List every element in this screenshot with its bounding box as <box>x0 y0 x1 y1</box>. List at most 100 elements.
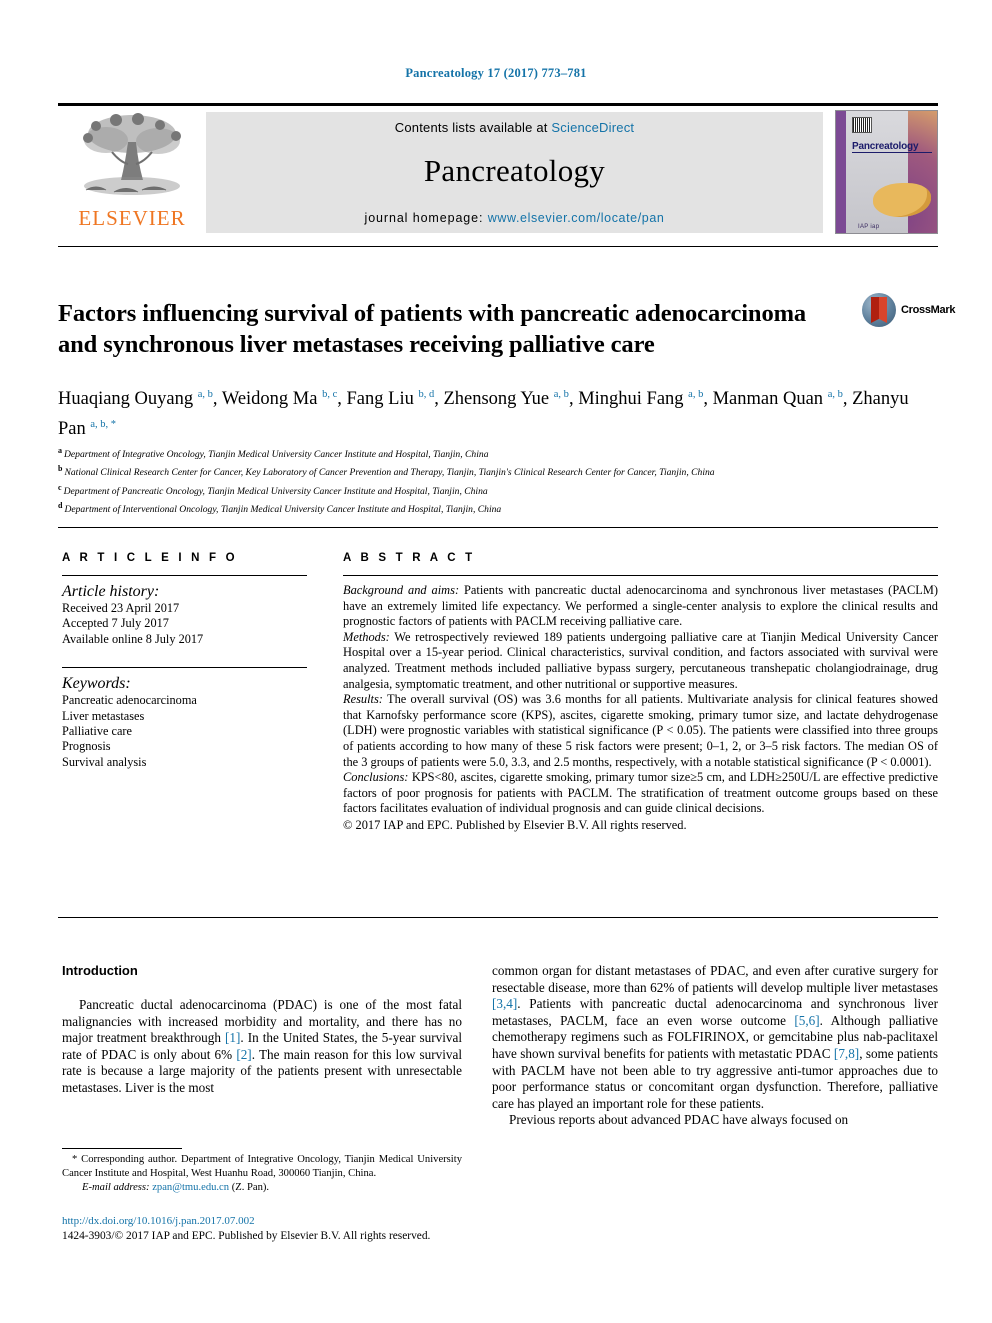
email-link[interactable]: zpan@tmu.edu.cn <box>152 1182 229 1193</box>
author-name: Fang Liu <box>346 389 419 410</box>
affiliation-text: National Clinical Research Center for Ca… <box>64 467 715 479</box>
citation-ref-4[interactable]: [5,6] <box>794 1013 819 1028</box>
keyword-item: Survival analysis <box>62 754 147 769</box>
introduction-heading: Introduction <box>62 963 138 978</box>
crossmark-icon <box>862 293 896 327</box>
journal-title: Pancreatology <box>423 153 606 188</box>
abstract-heading: A B S T R A C T <box>343 552 476 564</box>
barcode-icon <box>852 117 872 133</box>
author-separator: , <box>703 389 713 410</box>
article-history-lines: Received 23 April 2017 Accepted 7 July 20… <box>62 601 307 647</box>
abstract-section-label: Background and aims: <box>343 583 460 597</box>
crossmark-book-glyph <box>871 297 887 323</box>
keyword-item: Pancreatic adenocarcinoma <box>62 693 197 708</box>
author-affiliation-marks: b, d <box>418 389 435 400</box>
abstract-rule <box>343 575 938 576</box>
author-name: Manman Quan <box>712 389 828 410</box>
author-affiliation-marks: b, c <box>322 389 338 400</box>
author-name: Zhensong Yue <box>443 389 554 410</box>
cover-spine <box>836 111 846 233</box>
abstract-copyright: © 2017 IAP and EPC. Published by Elsevie… <box>343 817 687 832</box>
article-history-item: Accepted 7 July 2017 <box>62 616 169 631</box>
abstract-top-divider <box>58 527 938 528</box>
article-history-item: Available online 8 July 2017 <box>62 631 204 646</box>
article-history-item: Received 23 April 2017 <box>62 601 180 615</box>
contents-line: Contents lists available at ScienceDirec… <box>395 120 634 135</box>
abstract-body: Background and aims: Patients with pancr… <box>343 583 938 817</box>
citation-ref-5[interactable]: [7,8] <box>834 1046 859 1061</box>
introduction-left-column: Introduction Pancreatic ductal adenocarc… <box>62 963 462 1097</box>
affiliation-item: d Department of Interventional Oncology,… <box>58 499 938 517</box>
affiliation-list: a Department of Integrative Oncology, Ti… <box>58 444 938 518</box>
article-history-label: Article history: <box>62 583 160 600</box>
author-affiliation-marks: a, b <box>827 389 843 400</box>
email-line: E-mail address: zpan@tmu.edu.cn (Z. Pan)… <box>62 1181 462 1195</box>
abstract-section: Methods: We retrospectively reviewed 189… <box>343 630 938 692</box>
author-separator: , <box>337 389 347 410</box>
crossmark-badge[interactable]: CrossMark <box>862 290 955 330</box>
keyword-item: Palliative care <box>62 724 132 739</box>
intro-text-4: common organ for distant metastases of P… <box>492 963 938 995</box>
keyword-lines: Pancreatic adenocarcinoma Liver metastase… <box>62 693 307 770</box>
citation-ref-1[interactable]: [1] <box>225 1030 240 1045</box>
affiliation-item: c Department of Pancreatic Oncology, Tia… <box>58 481 938 499</box>
keywords-block: Keywords: Pancreatic adenocarcinoma Liver… <box>62 667 307 770</box>
doi-link[interactable]: http://dx.doi.org/10.1016/j.pan.2017.07.… <box>62 1214 482 1229</box>
author-affiliation-marks: a, b <box>553 389 569 400</box>
elsevier-wordmark: ELSEVIER <box>78 206 186 230</box>
author-affiliation-marks: a, b <box>197 389 213 400</box>
abstract-section: Background and aims: Patients with pancr… <box>343 583 938 630</box>
homepage-url-link[interactable]: www.elsevier.com/locate/pan <box>488 211 665 225</box>
introduction-paragraph-right: common organ for distant metastases of P… <box>492 963 938 1112</box>
abstract-section-label: Conclusions: <box>343 770 409 785</box>
cover-footer-logos: IAP iap <box>858 224 880 230</box>
elsevier-logo: ELSEVIER <box>58 106 206 233</box>
affiliation-text: Department of Pancreatic Oncology, Tianj… <box>63 485 488 497</box>
author-separator: , <box>842 389 853 410</box>
crossmark-label: CrossMark <box>901 304 956 316</box>
citation-ref-3[interactable]: [3,4] <box>492 996 517 1011</box>
footnote-body: Corresponding author. Department of Inte… <box>62 1154 462 1179</box>
keyword-item: Liver metastases <box>62 708 145 723</box>
article-info-column: A R T I C L E I N F O Article history: R… <box>62 552 307 770</box>
keyword-item: Prognosis <box>62 739 111 754</box>
homepage-label: journal homepage: <box>364 211 488 225</box>
doi-block: http://dx.doi.org/10.1016/j.pan.2017.07.… <box>62 1214 482 1243</box>
abstract-section-text: KPS<80, ascites, cigarette smoking, prim… <box>343 770 938 816</box>
page-title: Factors influencing survival of patients… <box>58 300 807 359</box>
title-divider <box>58 246 938 247</box>
affiliation-item: b National Clinical Research Center for … <box>58 462 938 480</box>
introduction-paragraph-left: Pancreatic ductal adenocarcinoma (PDAC) … <box>62 997 462 1097</box>
journal-article-page: Pancreatology 17 (2017) 773–781 ELSEVIER… <box>0 0 992 1323</box>
journal-banner: Contents lists available at ScienceDirec… <box>206 112 823 233</box>
elsevier-tree-icon <box>83 113 181 195</box>
corresponding-author-footnote: * Corresponding author. Department of In… <box>62 1153 462 1195</box>
abstract-bottom-divider <box>58 917 938 918</box>
abstract-section-label: Methods: <box>343 629 390 644</box>
affiliation-text: Department of Integrative Oncology, Tian… <box>64 449 489 461</box>
author-affiliation-marks: a, b, * <box>90 419 117 431</box>
keywords-label: Keywords: <box>62 675 131 693</box>
abstract-column: A B S T R A C T Background and aims: Pat… <box>343 552 938 834</box>
author-name: Huaqiang Ouyang <box>58 389 198 410</box>
author-separator: , <box>568 389 579 410</box>
sciencedirect-link[interactable]: ScienceDirect <box>551 120 634 135</box>
running-head: Pancreatology 17 (2017) 773–781 <box>405 66 587 80</box>
journal-cover-thumbnail: Pancreatology IAP iap <box>835 110 938 234</box>
author-separator: , <box>212 389 222 410</box>
author-name: Minghui Fang <box>578 389 689 410</box>
cover-journal-title: Pancreatology <box>852 141 932 153</box>
author-list: Huaqiang Ouyang a, b, Weidong Ma b, c, F… <box>58 382 938 442</box>
introduction-right-column: common organ for distant metastases of P… <box>492 963 938 1129</box>
introduction-paragraph-right-2: Previous reports about advanced PDAC hav… <box>509 1112 849 1128</box>
contents-prefix: Contents lists available at <box>394 120 552 135</box>
abstract-section: Conclusions: KPS<80, ascites, cigarette … <box>343 770 938 817</box>
author-affiliation-marks: a, b <box>688 389 704 400</box>
abstract-section-text: We retrospectively reviewed 189 patients… <box>343 629 938 691</box>
abstract-section-text: The overall survival (OS) was 3.6 months… <box>343 692 938 769</box>
issn-copyright-line: 1424-3903/© 2017 IAP and EPC. Published … <box>62 1229 431 1242</box>
keywords-rule <box>62 667 307 669</box>
footnote-divider <box>62 1148 182 1149</box>
citation-ref-2[interactable]: [2] <box>236 1047 251 1062</box>
article-info-heading: A R T I C L E I N F O <box>62 552 238 564</box>
